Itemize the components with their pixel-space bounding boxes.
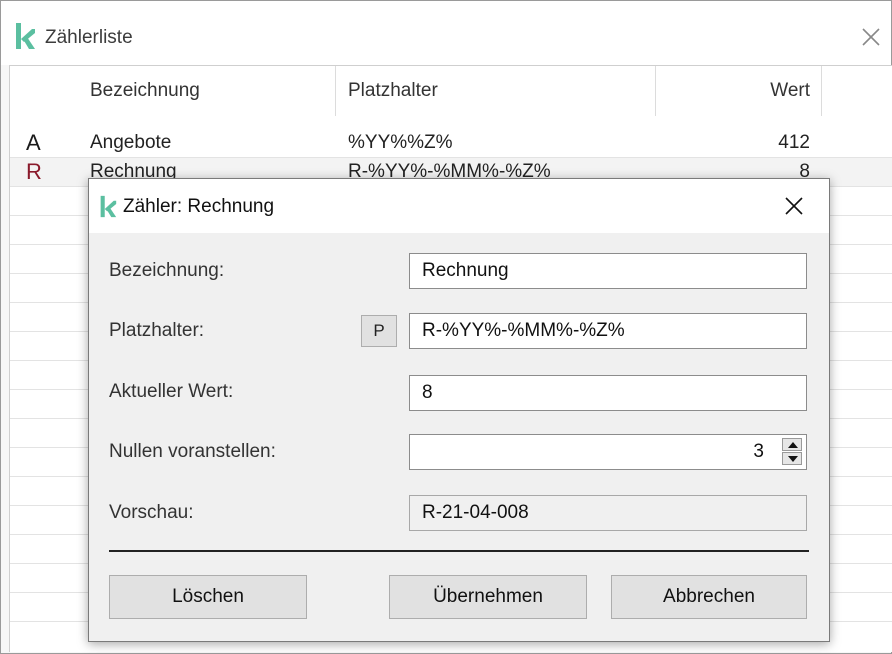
column-header-value[interactable]: Wert [690,66,810,116]
window-title: Zählerliste [45,27,133,48]
leading-zeros-value: 3 [753,441,764,462]
row-letter: A [26,130,41,155]
current-value-label: Aktueller Wert: [109,381,234,402]
column-header-placeholder[interactable]: Platzhalter [348,66,438,116]
close-icon[interactable] [783,195,805,217]
row-name: Angebote [90,132,172,153]
arrow-down-icon [788,456,798,462]
current-value-input[interactable]: 8 [409,375,807,411]
spin-up-button[interactable] [782,438,802,451]
grid-line [10,157,892,158]
dialog-titlebar: Zähler: Rechnung [89,179,829,233]
name-input[interactable]: Rechnung [409,253,807,289]
cancel-button[interactable]: Abbrechen [611,575,807,619]
placeholder-picker-button[interactable]: P [361,315,397,347]
column-separator [335,66,336,116]
preview-field: R-21-04-008 [409,495,807,531]
spin-down-button[interactable] [782,452,802,465]
name-label: Bezeichnung: [109,260,225,281]
spin-buttons [782,438,804,466]
leading-zeros-stepper[interactable]: 3 [409,434,807,470]
row-placeholder: %YY%%Z% [348,132,453,153]
app-logo-icon [16,23,35,49]
row-value: 412 [778,132,810,153]
row-letter: R [26,159,42,184]
app-logo-icon [100,195,117,218]
leading-zeros-label: Nullen voranstellen: [109,441,276,462]
arrow-up-icon [788,442,798,448]
column-separator [821,66,822,116]
placeholder-label: Platzhalter: [109,320,205,341]
apply-button[interactable]: Übernehmen [389,575,587,619]
column-header-name[interactable]: Bezeichnung [90,66,200,116]
window-titlebar: Zählerliste [1,1,891,65]
preview-label: Vorschau: [109,502,194,523]
dialog-title: Zähler: Rechnung [123,196,275,217]
column-separator [655,66,656,116]
divider [109,550,809,552]
close-icon[interactable] [857,23,885,51]
placeholder-input[interactable]: R-%YY%-%MM%-%Z% [409,313,807,349]
table-row[interactable]: A Angebote %YY%%Z% 412 [10,128,892,157]
counter-edit-dialog: Zähler: Rechnung Bezeichnung: Rechnung P… [88,178,830,642]
delete-button[interactable]: Löschen [109,575,307,619]
